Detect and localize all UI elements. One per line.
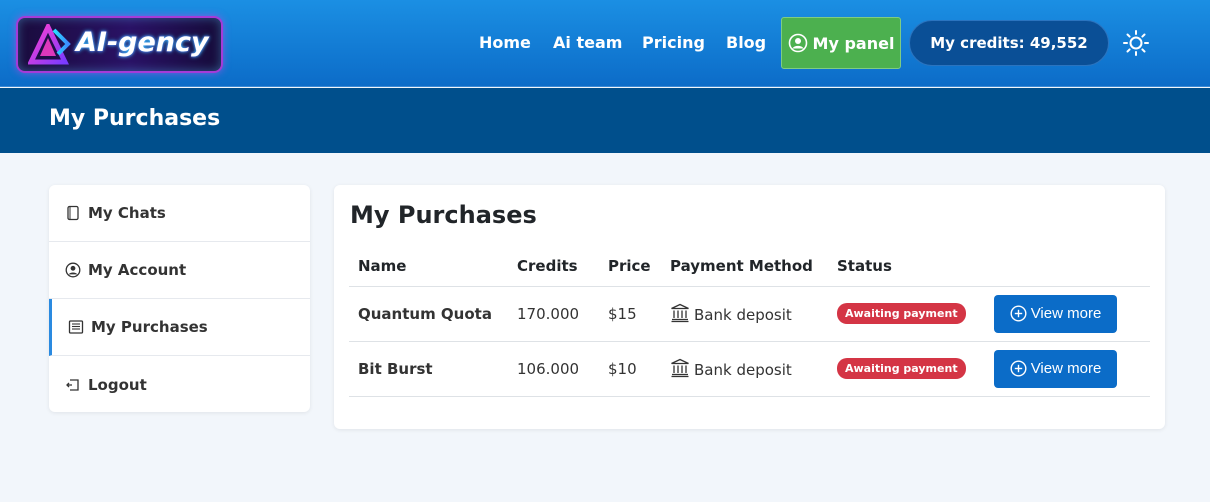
nav-pricing-link[interactable]: Pricing	[642, 33, 705, 53]
top-navbar: AI-gency Home Ai team Pricing Blog My pa…	[0, 0, 1210, 87]
purchase-credits: 106.000	[508, 341, 599, 397]
purchase-payment-method: Bank deposit	[661, 341, 828, 397]
nav-home-link[interactable]: Home	[479, 33, 531, 53]
table-row: Bit Burst 106.000 $10 Bank deposit Await…	[349, 341, 1150, 397]
purchases-title: My Purchases	[350, 201, 537, 229]
purchases-card: My Purchases Name Credits Price Payment …	[334, 185, 1165, 429]
purchase-action: View more	[985, 286, 1150, 342]
nav-blog-link[interactable]: Blog	[726, 33, 766, 53]
purchase-payment-method: Bank deposit	[661, 286, 828, 342]
my-panel-button[interactable]: My panel	[781, 17, 901, 69]
bank-icon	[671, 303, 689, 323]
view-more-label: View more	[1030, 305, 1102, 322]
my-panel-label: My panel	[812, 33, 895, 53]
sidebar-item-logout[interactable]: Logout	[49, 356, 310, 412]
purchase-price: $15	[599, 286, 661, 342]
logo-triangle-icon	[28, 24, 71, 65]
sidebar-item-my-account[interactable]: My Account	[49, 242, 310, 299]
logo-text: AI-gency	[76, 27, 209, 58]
purchase-name: Bit Burst	[349, 341, 508, 397]
purchase-name: Quantum Quota	[349, 286, 508, 342]
status-badge: Awaiting payment	[837, 358, 966, 379]
view-more-button[interactable]: View more	[994, 294, 1117, 333]
sidebar-item-label: My Purchases	[91, 318, 208, 336]
column-header-price: Price	[599, 247, 661, 287]
view-more-button[interactable]: View more	[994, 349, 1117, 388]
plus-circle-icon	[1010, 305, 1027, 322]
bank-icon	[671, 358, 689, 378]
purchase-price: $10	[599, 341, 661, 397]
sun-icon[interactable]	[1122, 29, 1150, 57]
sidebar-item-label: My Account	[88, 261, 187, 279]
user-circle-icon	[788, 33, 807, 53]
user-icon	[65, 262, 81, 278]
view-more-label: View more	[1030, 360, 1102, 377]
sidebar-item-label: Logout	[88, 375, 147, 394]
page-header-band: My Purchases	[0, 88, 1210, 153]
column-header-payment-method: Payment Method	[661, 247, 828, 287]
sidebar-item-my-chats[interactable]: My Chats	[49, 185, 310, 242]
purchases-table: Name Credits Price Payment Method Status…	[349, 247, 1150, 397]
purchase-status: Awaiting payment	[828, 286, 985, 342]
purchase-action: View more	[985, 341, 1150, 397]
page-title: My Purchases	[49, 106, 221, 131]
payment-method-label: Bank deposit	[694, 361, 792, 379]
sidebar-item-label: My Chats	[88, 204, 166, 222]
column-header-name: Name	[349, 247, 508, 287]
table-row: Quantum Quota 170.000 $15 Bank deposit A…	[349, 286, 1150, 342]
logout-icon	[66, 378, 79, 391]
column-header-status: Status	[828, 247, 985, 287]
plus-circle-icon	[1010, 360, 1027, 377]
credits-label: My credits: 49,552	[930, 34, 1088, 52]
purchase-credits: 170.000	[508, 286, 599, 342]
brand-logo[interactable]: AI-gency	[16, 16, 223, 73]
chat-icon	[67, 205, 79, 221]
status-badge: Awaiting payment	[837, 303, 966, 324]
purchase-status: Awaiting payment	[828, 341, 985, 397]
nav-ai-team-link[interactable]: Ai team	[553, 33, 622, 53]
column-header-actions	[985, 247, 1150, 287]
credits-balance-button[interactable]: My credits: 49,552	[909, 20, 1109, 66]
account-sidebar: My Chats My Account My Purchases Logout	[49, 185, 310, 412]
table-header-row: Name Credits Price Payment Method Status	[349, 247, 1150, 287]
payment-method-label: Bank deposit	[694, 306, 792, 324]
column-header-credits: Credits	[508, 247, 599, 287]
receipt-icon	[68, 320, 84, 334]
sidebar-item-my-purchases[interactable]: My Purchases	[49, 299, 310, 356]
